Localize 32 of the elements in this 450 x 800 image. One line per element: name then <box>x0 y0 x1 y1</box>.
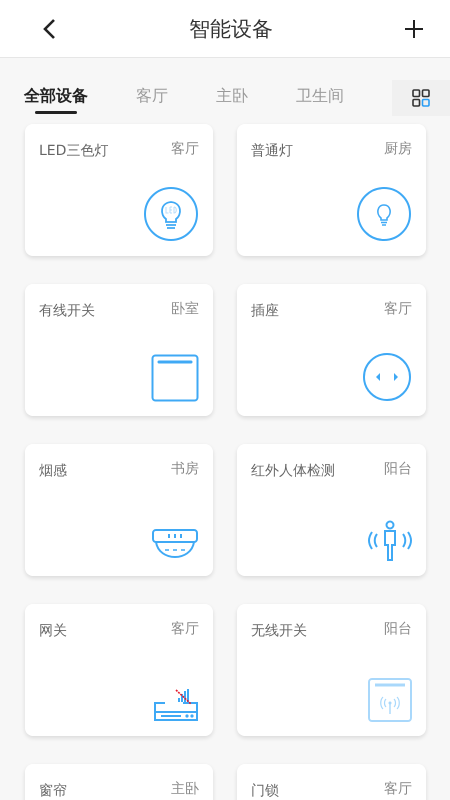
room-label: 客厅 <box>384 300 412 318</box>
room-label: 阳台 <box>384 460 412 478</box>
device-name: 红外人体检测 <box>251 462 335 480</box>
device-card[interactable]: 门锁 客厅 <box>237 764 426 800</box>
device-card[interactable]: 无线开关 阳台 <box>237 604 426 736</box>
device-name: 有线开关 <box>39 302 95 320</box>
device-card[interactable]: 烟感 书房 <box>25 444 213 576</box>
room-label: 主卧 <box>171 780 199 798</box>
device-name: 插座 <box>251 302 279 320</box>
room-tab[interactable]: 全部设备 <box>24 82 88 114</box>
device-card[interactable]: 网关 客厅 <box>25 604 213 736</box>
device-name: 门锁 <box>251 782 279 800</box>
room-label: 客厅 <box>384 780 412 798</box>
device-name: LED三色灯 <box>39 142 108 160</box>
device-card[interactable]: 有线开关 卧室 <box>25 284 213 416</box>
room-label: 客厅 <box>171 140 199 158</box>
device-name: 窗帘 <box>39 782 67 800</box>
device-name: 普通灯 <box>251 142 293 160</box>
room-label: 客厅 <box>171 620 199 638</box>
device-name: 网关 <box>39 622 67 640</box>
device-card[interactable]: 红外人体检测 阳台 <box>237 444 426 576</box>
device-name: 烟感 <box>39 462 67 480</box>
device-card[interactable]: 普通灯 厨房 <box>237 124 426 256</box>
device-card[interactable]: 窗帘 主卧 <box>25 764 213 800</box>
room-label: 厨房 <box>384 140 412 158</box>
device-name: 无线开关 <box>251 622 307 640</box>
room-label: 书房 <box>171 460 199 478</box>
room-label: 阳台 <box>384 620 412 638</box>
device-card[interactable]: LED三色灯 客厅 <box>25 124 213 256</box>
room-label: 卧室 <box>171 300 199 318</box>
page-title: 智能设备 <box>189 16 273 42</box>
device-card[interactable]: 插座 客厅 <box>237 284 426 416</box>
